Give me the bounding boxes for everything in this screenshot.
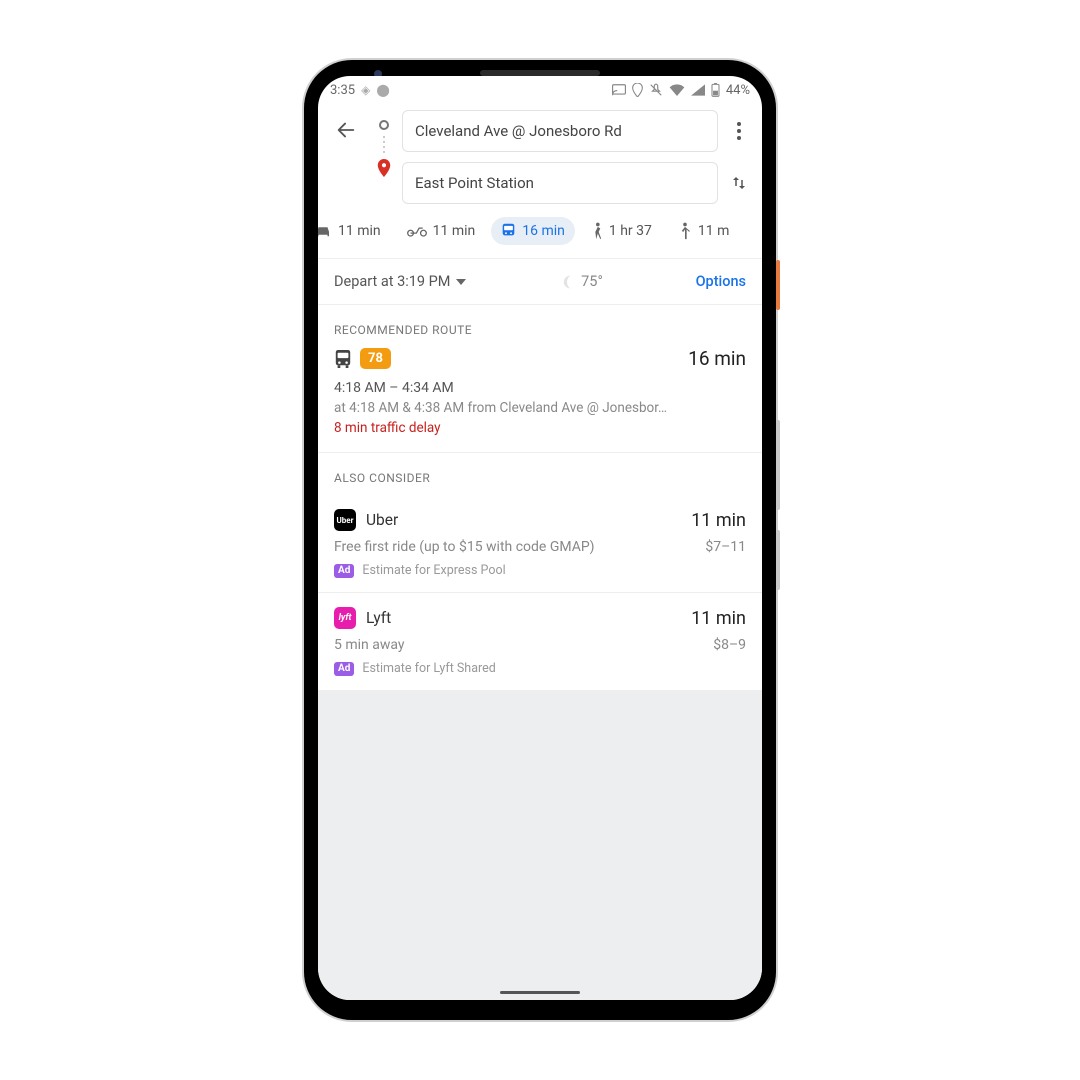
cast-icon — [612, 84, 626, 96]
mode-motorcycle[interactable]: 11 min — [397, 217, 486, 245]
options-label: Options — [696, 273, 746, 290]
ride-option-lyft[interactable]: lyft Lyft 11 min 5 min away $8–9 Ad Esti… — [318, 593, 762, 691]
route-dots — [383, 132, 385, 157]
uber-ad-text: Estimate for Express Pool — [362, 563, 505, 578]
location-status-icon — [632, 83, 643, 97]
mute-icon — [649, 83, 663, 97]
destination-text: East Point Station — [415, 174, 534, 192]
moon-icon — [559, 274, 575, 290]
swap-button[interactable] — [724, 162, 754, 204]
phone-frame: 3:35 ◈ ⬤ 44% — [304, 60, 776, 1020]
signal-icon — [691, 84, 705, 96]
overflow-menu-button[interactable] — [724, 110, 754, 152]
volume-button — [776, 420, 780, 510]
mode-car[interactable]: 11 min — [318, 217, 391, 245]
uber-price: $7–11 — [705, 539, 746, 555]
status-time: 3:35 — [330, 83, 355, 98]
lyft-price: $8–9 — [713, 637, 746, 653]
home-indicator[interactable] — [500, 991, 580, 994]
depart-label: Depart at 3:19 PM — [334, 273, 450, 290]
lyft-ad-text: Estimate for Lyft Shared — [362, 661, 495, 676]
lyft-eta: 5 min away — [334, 637, 405, 653]
recommended-route[interactable]: 78 16 min 4:18 AM – 4:34 AM at 4:18 AM &… — [318, 347, 762, 453]
temperature: 75° — [581, 273, 603, 290]
also-consider-label: ALSO CONSIDER — [318, 453, 762, 495]
transit-icon — [501, 223, 516, 239]
options-link[interactable]: Options — [696, 273, 746, 290]
mode-transit-time: 16 min — [522, 223, 565, 239]
origin-text: Cleveland Ave @ Jonesboro Rd — [415, 122, 622, 140]
back-arrow-icon — [335, 119, 357, 141]
empty-space — [318, 691, 762, 1000]
lyft-duration: 11 min — [691, 608, 746, 629]
directions-header: Cleveland Ave @ Jonesboro Rd East Point … — [318, 104, 762, 208]
status-icon-2: ⬤ — [376, 83, 389, 97]
recommended-section-label: RECOMMENDED ROUTE — [318, 305, 762, 347]
battery-percent: 44% — [726, 83, 750, 98]
uber-duration: 11 min — [691, 510, 746, 531]
weather: 75° — [559, 273, 603, 290]
lyft-logo-icon: lyft — [334, 607, 356, 629]
chevron-down-icon — [456, 279, 466, 285]
battery-icon — [711, 83, 720, 97]
lyft-name: Lyft — [366, 609, 391, 627]
mode-walk[interactable]: 1 hr 37 — [581, 216, 662, 246]
motorcycle-icon — [407, 225, 427, 237]
mode-walk-time: 1 hr 37 — [609, 223, 652, 239]
ride-option-uber[interactable]: Uber Uber 11 min Free first ride (up to … — [318, 495, 762, 593]
screen: 3:35 ◈ ⬤ 44% — [318, 76, 762, 1000]
options-bar: Depart at 3:19 PM 75° Options — [318, 259, 762, 305]
walk-icon — [591, 222, 603, 240]
swap-icon — [730, 174, 748, 192]
route-delay: 8 min traffic delay — [334, 420, 746, 436]
mode-rideshare-time: 11 m — [698, 223, 730, 239]
uber-name: Uber — [366, 511, 398, 529]
depart-time-button[interactable]: Depart at 3:19 PM — [334, 273, 466, 290]
volume-button-2 — [776, 530, 780, 590]
ad-badge: Ad — [334, 662, 354, 676]
mode-rideshare[interactable]: 11 m — [668, 216, 740, 246]
back-button[interactable] — [326, 110, 366, 150]
travel-mode-tabs: 11 min 11 min 16 min 1 hr 37 11 m — [318, 208, 762, 259]
origin-input[interactable]: Cleveland Ave @ Jonesboro Rd — [402, 110, 718, 152]
bus-icon — [334, 349, 352, 369]
route-markers — [372, 110, 396, 177]
route-detail: at 4:18 AM & 4:38 AM from Cleveland Ave … — [334, 400, 746, 416]
destination-input[interactable]: East Point Station — [402, 162, 718, 204]
destination-pin-icon — [377, 159, 391, 177]
ad-badge: Ad — [334, 564, 354, 578]
mode-transit[interactable]: 16 min — [491, 217, 575, 245]
more-vert-icon — [737, 122, 741, 140]
mode-motorcycle-time: 11 min — [433, 223, 476, 239]
uber-logo-icon: Uber — [334, 509, 356, 531]
route-number-badge: 78 — [360, 348, 391, 369]
rideshare-icon — [678, 222, 692, 240]
origin-dot-icon — [379, 120, 389, 130]
wifi-icon — [669, 84, 685, 96]
status-icon-1: ◈ — [361, 83, 370, 97]
route-duration: 16 min — [688, 347, 746, 370]
mode-car-time: 11 min — [338, 223, 381, 239]
uber-promo: Free first ride (up to $15 with code GMA… — [334, 539, 595, 555]
power-button — [776, 260, 780, 310]
status-bar: 3:35 ◈ ⬤ 44% — [318, 76, 762, 104]
car-icon — [318, 224, 332, 238]
route-time-range: 4:18 AM – 4:34 AM — [334, 380, 746, 396]
